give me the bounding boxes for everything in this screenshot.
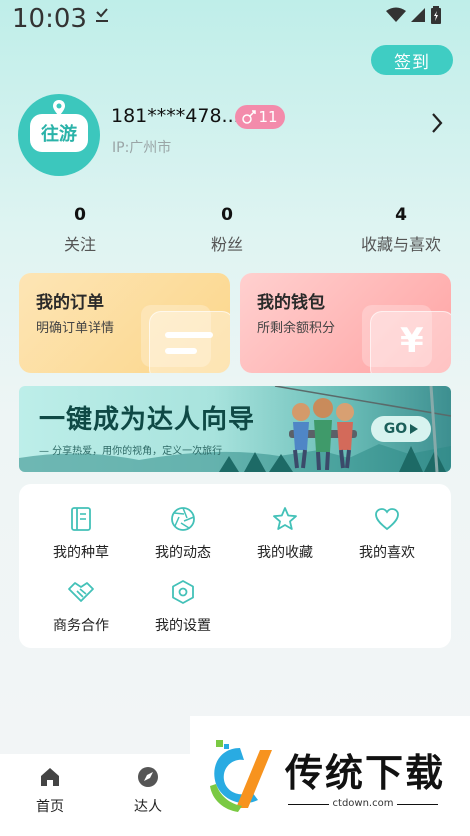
nav-label: 首页 (36, 799, 64, 815)
order-list-icon (165, 332, 213, 354)
go-label: GO (383, 421, 408, 437)
menu-item-collection[interactable]: 我的收藏 (240, 506, 330, 562)
travelers-illustration (289, 398, 357, 470)
compass-icon (138, 767, 158, 787)
card-subtitle: 所剩余额积分 (257, 321, 336, 336)
home-icon (41, 768, 59, 786)
user-phone[interactable]: 181****478... (111, 105, 240, 127)
settings-hexagon-icon (172, 580, 194, 604)
menu-item-settings[interactable]: 我的设置 (138, 579, 228, 635)
nav-home[interactable]: 首页 (20, 766, 80, 816)
watermark-url: ctdown.com (328, 798, 398, 809)
signin-button[interactable]: 签到 (371, 45, 453, 75)
stat-value: 0 (74, 205, 86, 225)
watermark: 传统下载 ctdown.com (190, 716, 470, 836)
menu-label: 商务合作 (53, 618, 109, 634)
star-icon (273, 507, 297, 530)
menu-label: 我的种草 (53, 545, 109, 561)
nav-label: 达人 (134, 799, 162, 815)
my-orders-card[interactable]: 我的订单 明确订单详情 (19, 273, 230, 373)
stat-favorites[interactable]: 4 收藏与喜欢 (351, 205, 451, 255)
become-guide-banner[interactable]: 一键成为达人向导 — 分享热爱，用你的视角，定义一次旅行 GO (19, 386, 451, 472)
menu-item-grass[interactable]: 我的种草 (36, 506, 126, 562)
heart-icon (375, 508, 399, 531)
aperture-icon (171, 507, 195, 531)
go-button[interactable]: GO (371, 416, 431, 442)
chevron-right-icon[interactable] (430, 112, 444, 134)
banner-subtitle: — 分享热爱，用你的视角，定义一次旅行 (39, 446, 223, 457)
card-title: 我的订单 (36, 293, 104, 313)
notebook-icon (71, 507, 91, 531)
banner-title: 一键成为达人向导 (39, 405, 256, 435)
my-wallet-card[interactable]: 我的钱包 所剩余额积分 ¥ (240, 273, 451, 373)
status-bar: 10:03 (0, 0, 470, 40)
menu-label: 我的收藏 (257, 545, 313, 561)
stat-value: 4 (395, 205, 407, 225)
card-subtitle: 明确订单详情 (36, 321, 115, 336)
avatar-logo-text: 往游 (30, 114, 88, 152)
handshake-icon (68, 582, 94, 602)
stat-fans[interactable]: 0 粉丝 (197, 205, 257, 255)
watermark-logo-icon (210, 740, 272, 812)
status-time: 10:03 (12, 4, 87, 34)
stat-label: 关注 (63, 235, 96, 254)
wifi-icon (386, 7, 406, 22)
stat-label: 粉丝 (210, 235, 243, 254)
avatar[interactable]: 往游 (18, 94, 100, 176)
play-arrow-icon (410, 424, 419, 434)
feature-menu: 我的种草 我的动态 我的收藏 我的喜欢 商务合作 我的设置 (19, 484, 451, 648)
menu-item-posts[interactable]: 我的动态 (138, 506, 228, 562)
menu-label: 我的设置 (155, 618, 211, 634)
level-badge: 11 (235, 105, 285, 129)
battery-icon (431, 6, 441, 24)
signal-icon (411, 8, 425, 22)
medal-icon (242, 110, 257, 124)
menu-label: 我的动态 (155, 545, 211, 561)
menu-label: 我的喜欢 (359, 545, 415, 561)
download-status-icon (96, 8, 108, 22)
card-title: 我的钱包 (257, 293, 325, 313)
yen-icon: ¥ (400, 321, 424, 361)
level-number: 11 (258, 108, 278, 126)
ip-location: IP:广州市 (112, 140, 172, 156)
stat-label: 收藏与喜欢 (360, 235, 441, 254)
status-icons (386, 6, 442, 24)
watermark-url-wrap: ctdown.com (288, 798, 438, 809)
menu-item-business[interactable]: 商务合作 (36, 579, 126, 635)
menu-item-likes[interactable]: 我的喜欢 (342, 506, 432, 562)
nav-experts[interactable]: 达人 (118, 766, 178, 816)
stat-following[interactable]: 0 关注 (50, 205, 110, 255)
watermark-text: 传统下载 (285, 751, 446, 795)
stat-value: 0 (221, 205, 233, 225)
